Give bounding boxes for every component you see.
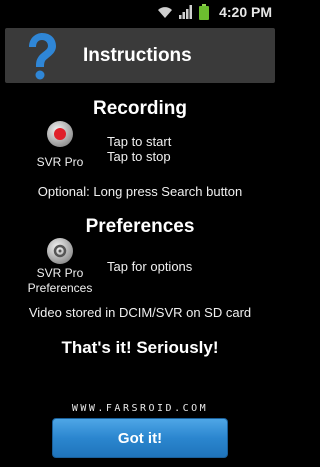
got-it-button[interactable]: Got it!: [52, 418, 228, 458]
status-bar: 4:20 PM: [0, 0, 280, 25]
battery-icon: [199, 4, 210, 20]
optional-search-text: Optional: Long press Search button: [37, 184, 243, 199]
preferences-heading: Preferences: [85, 216, 195, 237]
watermark-text: WWW.FARSROID.COM: [71, 403, 209, 414]
preferences-app-label-line1: SVR Pro: [36, 266, 84, 280]
question-mark-icon: [21, 32, 61, 80]
status-icons: 4:20 PM: [157, 3, 272, 21]
storage-location-text: Video stored in DCIM/SVR on SD card: [28, 305, 252, 320]
preferences-app-icon[interactable]: [45, 236, 75, 266]
record-app-icon[interactable]: [45, 119, 75, 149]
recording-heading: Recording: [93, 98, 187, 119]
wifi-icon: [157, 5, 173, 19]
title-bar: Instructions: [5, 28, 275, 83]
tap-to-stop-text: Tap to stop: [107, 149, 171, 164]
record-app-label: SVR Pro: [36, 155, 84, 169]
tap-to-start-text: Tap to start: [107, 134, 172, 149]
status-time: 4:20 PM: [219, 4, 272, 20]
tap-for-options-text: Tap for options: [107, 259, 193, 274]
signal-icon: [179, 5, 193, 19]
preferences-app-label-line2: Preferences: [27, 281, 93, 295]
closing-text: That's it! Seriously!: [61, 338, 219, 357]
page-title: Instructions: [83, 45, 192, 66]
preferences-app-label: SVR Pro Preferences: [25, 266, 95, 296]
